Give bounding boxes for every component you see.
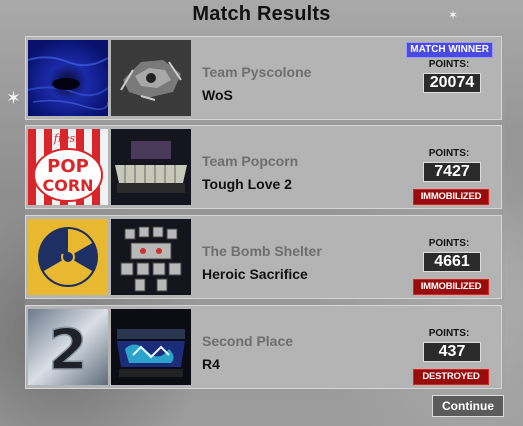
continue-button[interactable]: Continue [432, 395, 504, 417]
robot-name: WoS [202, 87, 233, 103]
robot-name: Heroic Sacrifice [202, 266, 308, 282]
points-value: 437 [423, 342, 481, 362]
robot-image [111, 309, 191, 385]
team-logo [28, 219, 108, 295]
points-label: POINTS: [428, 148, 470, 159]
result-row-3: The Bomb Shelter Heroic Sacrifice POINTS… [25, 215, 502, 299]
points-label: POINTS: [428, 328, 470, 339]
status-badge: IMMOBILIZED [413, 189, 489, 205]
splatter-decoration: ✶ [6, 88, 22, 108]
points-label: POINTS: [428, 238, 470, 249]
team-name: Second Place [202, 333, 294, 349]
team-logo [28, 40, 108, 116]
points-value: 4661 [423, 252, 481, 272]
points-label: POINTS: [428, 59, 470, 70]
logo-text: 2 [49, 318, 88, 383]
points-value: 7427 [423, 162, 481, 182]
logo-text: POP [47, 156, 89, 177]
robot-image [111, 219, 191, 295]
robot-name: Tough Love 2 [202, 176, 292, 192]
team-name: The Bomb Shelter [202, 243, 322, 259]
robot-image [111, 40, 191, 116]
team-name: Team Popcorn [202, 153, 299, 169]
robot-image [111, 129, 191, 205]
result-row-1: Team Pyscolone WoS MATCH WINNER POINTS: … [25, 36, 502, 120]
page-title: Match Results [192, 3, 331, 25]
logo-text: CORN [42, 176, 93, 195]
result-row-2: fresh POP CORN Team Popcorn Tough Love 2… [25, 125, 502, 209]
status-badge: IMMOBILIZED [413, 279, 489, 295]
team-logo: fresh POP CORN [28, 129, 108, 205]
points-value: 20074 [423, 73, 481, 93]
logo-text: fresh [53, 132, 83, 145]
team-name: Team Pyscolone [202, 64, 312, 80]
result-row-4: 2 Second Place R4 POINTS: 437 DESTROYED [25, 305, 502, 389]
robot-name: R4 [202, 356, 220, 372]
match-winner-badge: MATCH WINNER [406, 42, 493, 58]
team-logo: 2 [28, 309, 108, 385]
status-badge: DESTROYED [413, 369, 489, 385]
